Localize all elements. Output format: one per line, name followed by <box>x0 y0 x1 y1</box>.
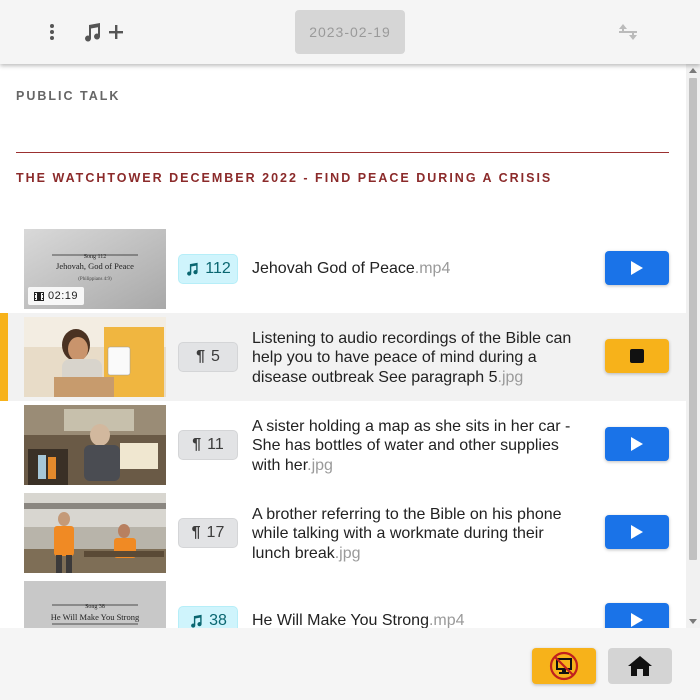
media-title-text: Listening to audio recordings of the Bib… <box>252 329 572 386</box>
thumb-song-number: Song 112 <box>84 254 107 260</box>
media-ext: .jpg <box>334 544 361 562</box>
sort-arrows-icon <box>619 24 637 40</box>
music-note-icon <box>191 614 202 628</box>
media-title: A sister holding a map as she sits in he… <box>252 416 577 476</box>
media-ext: .mp4 <box>428 612 465 628</box>
image-thumbnail[interactable] <box>24 405 166 485</box>
badge-value: 17 <box>206 524 225 541</box>
media-title: He Will Make You Strong.mp4 <box>252 611 577 628</box>
song-number-badge: 112 <box>178 254 238 284</box>
thumb-song-title: Jehovah, God of Peace <box>56 261 134 271</box>
home-button[interactable] <box>608 648 672 684</box>
media-title: Jehovah God of Peace.mp4 <box>252 259 577 279</box>
paragraph-icon: ¶ <box>196 348 205 365</box>
toggle-media-window-button[interactable] <box>532 648 596 684</box>
music-note-icon <box>85 23 101 42</box>
media-row: Song 112 Jehovah, God of Peace (Philippi… <box>0 225 686 313</box>
scroll-down-arrow-icon[interactable] <box>689 619 697 624</box>
now-playing-indicator <box>0 313 8 401</box>
song-number-badge: 38 <box>178 606 238 628</box>
add-song-button[interactable] <box>76 16 130 48</box>
film-icon <box>34 291 44 301</box>
play-button[interactable] <box>605 251 669 285</box>
media-title-text: A sister holding a map as she sits in he… <box>252 417 571 474</box>
image-thumbnail[interactable] <box>24 317 166 397</box>
media-ext: .jpg <box>307 456 333 474</box>
thumb-song-title: He Will Make You Strong <box>51 612 140 622</box>
section-divider <box>16 152 669 153</box>
more-menu-button[interactable] <box>36 16 68 48</box>
play-icon <box>631 261 643 275</box>
play-icon <box>631 437 643 451</box>
paragraph-icon: ¶ <box>191 524 201 541</box>
scrollbar-thumb[interactable] <box>689 78 697 560</box>
media-title-text: He Will Make You Strong <box>252 612 429 628</box>
thumb-song-number: Song 38 <box>85 604 105 610</box>
duration-badge: 02:19 <box>28 287 85 305</box>
top-toolbar: 2023-02-19 <box>0 0 700 64</box>
song-thumbnail[interactable]: Song 38 He Will Make You Strong <box>24 581 166 628</box>
plus-icon <box>109 25 123 39</box>
presentation-off-icon <box>549 651 579 681</box>
play-button[interactable] <box>605 427 669 461</box>
badge-value: 112 <box>205 260 231 277</box>
media-row: ¶ 17 A brother referring to the Bible on… <box>0 489 686 577</box>
badge-value: 38 <box>209 612 227 628</box>
play-icon <box>631 525 643 539</box>
meeting-date-button[interactable]: 2023-02-19 <box>295 10 405 54</box>
badge-value: 5 <box>211 348 220 365</box>
media-row: Song 38 He Will Make You Strong 38 He Wi… <box>0 577 686 628</box>
more-vert-icon <box>50 24 54 40</box>
scroll-up-arrow-icon[interactable] <box>689 68 697 73</box>
section-public-talk: PUBLIC TALK <box>16 89 121 103</box>
thumb-song-ref: (Philippians 4:9) <box>78 277 112 282</box>
home-icon <box>628 656 652 676</box>
paragraph-badge: ¶ 5 <box>178 342 238 372</box>
media-title: Listening to audio recordings of the Bib… <box>252 328 577 388</box>
media-row: ¶ 11 A sister holding a map as she sits … <box>0 401 686 489</box>
play-icon <box>631 613 643 627</box>
paragraph-badge: ¶ 11 <box>178 430 238 460</box>
stop-icon <box>630 349 644 363</box>
media-title: A brother referring to the Bible on his … <box>252 504 577 564</box>
media-ext: .jpg <box>497 368 524 386</box>
media-ext: .mp4 <box>414 260 451 278</box>
media-row-active: ¶ 5 Listening to audio recordings of the… <box>0 313 686 401</box>
paragraph-badge: ¶ 17 <box>178 518 238 548</box>
media-title-text: Jehovah God of Peace <box>252 260 415 278</box>
paragraph-icon: ¶ <box>192 436 202 453</box>
play-button[interactable] <box>605 515 669 549</box>
badge-value: 11 <box>207 436 224 453</box>
section-watchtower: THE WATCHTOWER DECEMBER 2022 - FIND PEAC… <box>16 171 553 185</box>
image-thumbnail[interactable] <box>24 493 166 573</box>
vertical-scrollbar[interactable] <box>686 64 700 628</box>
sort-button[interactable] <box>612 16 644 48</box>
play-button[interactable] <box>605 603 669 628</box>
music-note-icon <box>187 262 198 276</box>
stop-button[interactable] <box>605 339 669 373</box>
media-list-area: PUBLIC TALK THE WATCHTOWER DECEMBER 2022… <box>0 64 686 628</box>
media-title-text: A brother referring to the Bible on his … <box>252 505 562 562</box>
duration-text: 02:19 <box>48 290 79 302</box>
bottom-toolbar <box>0 628 700 700</box>
